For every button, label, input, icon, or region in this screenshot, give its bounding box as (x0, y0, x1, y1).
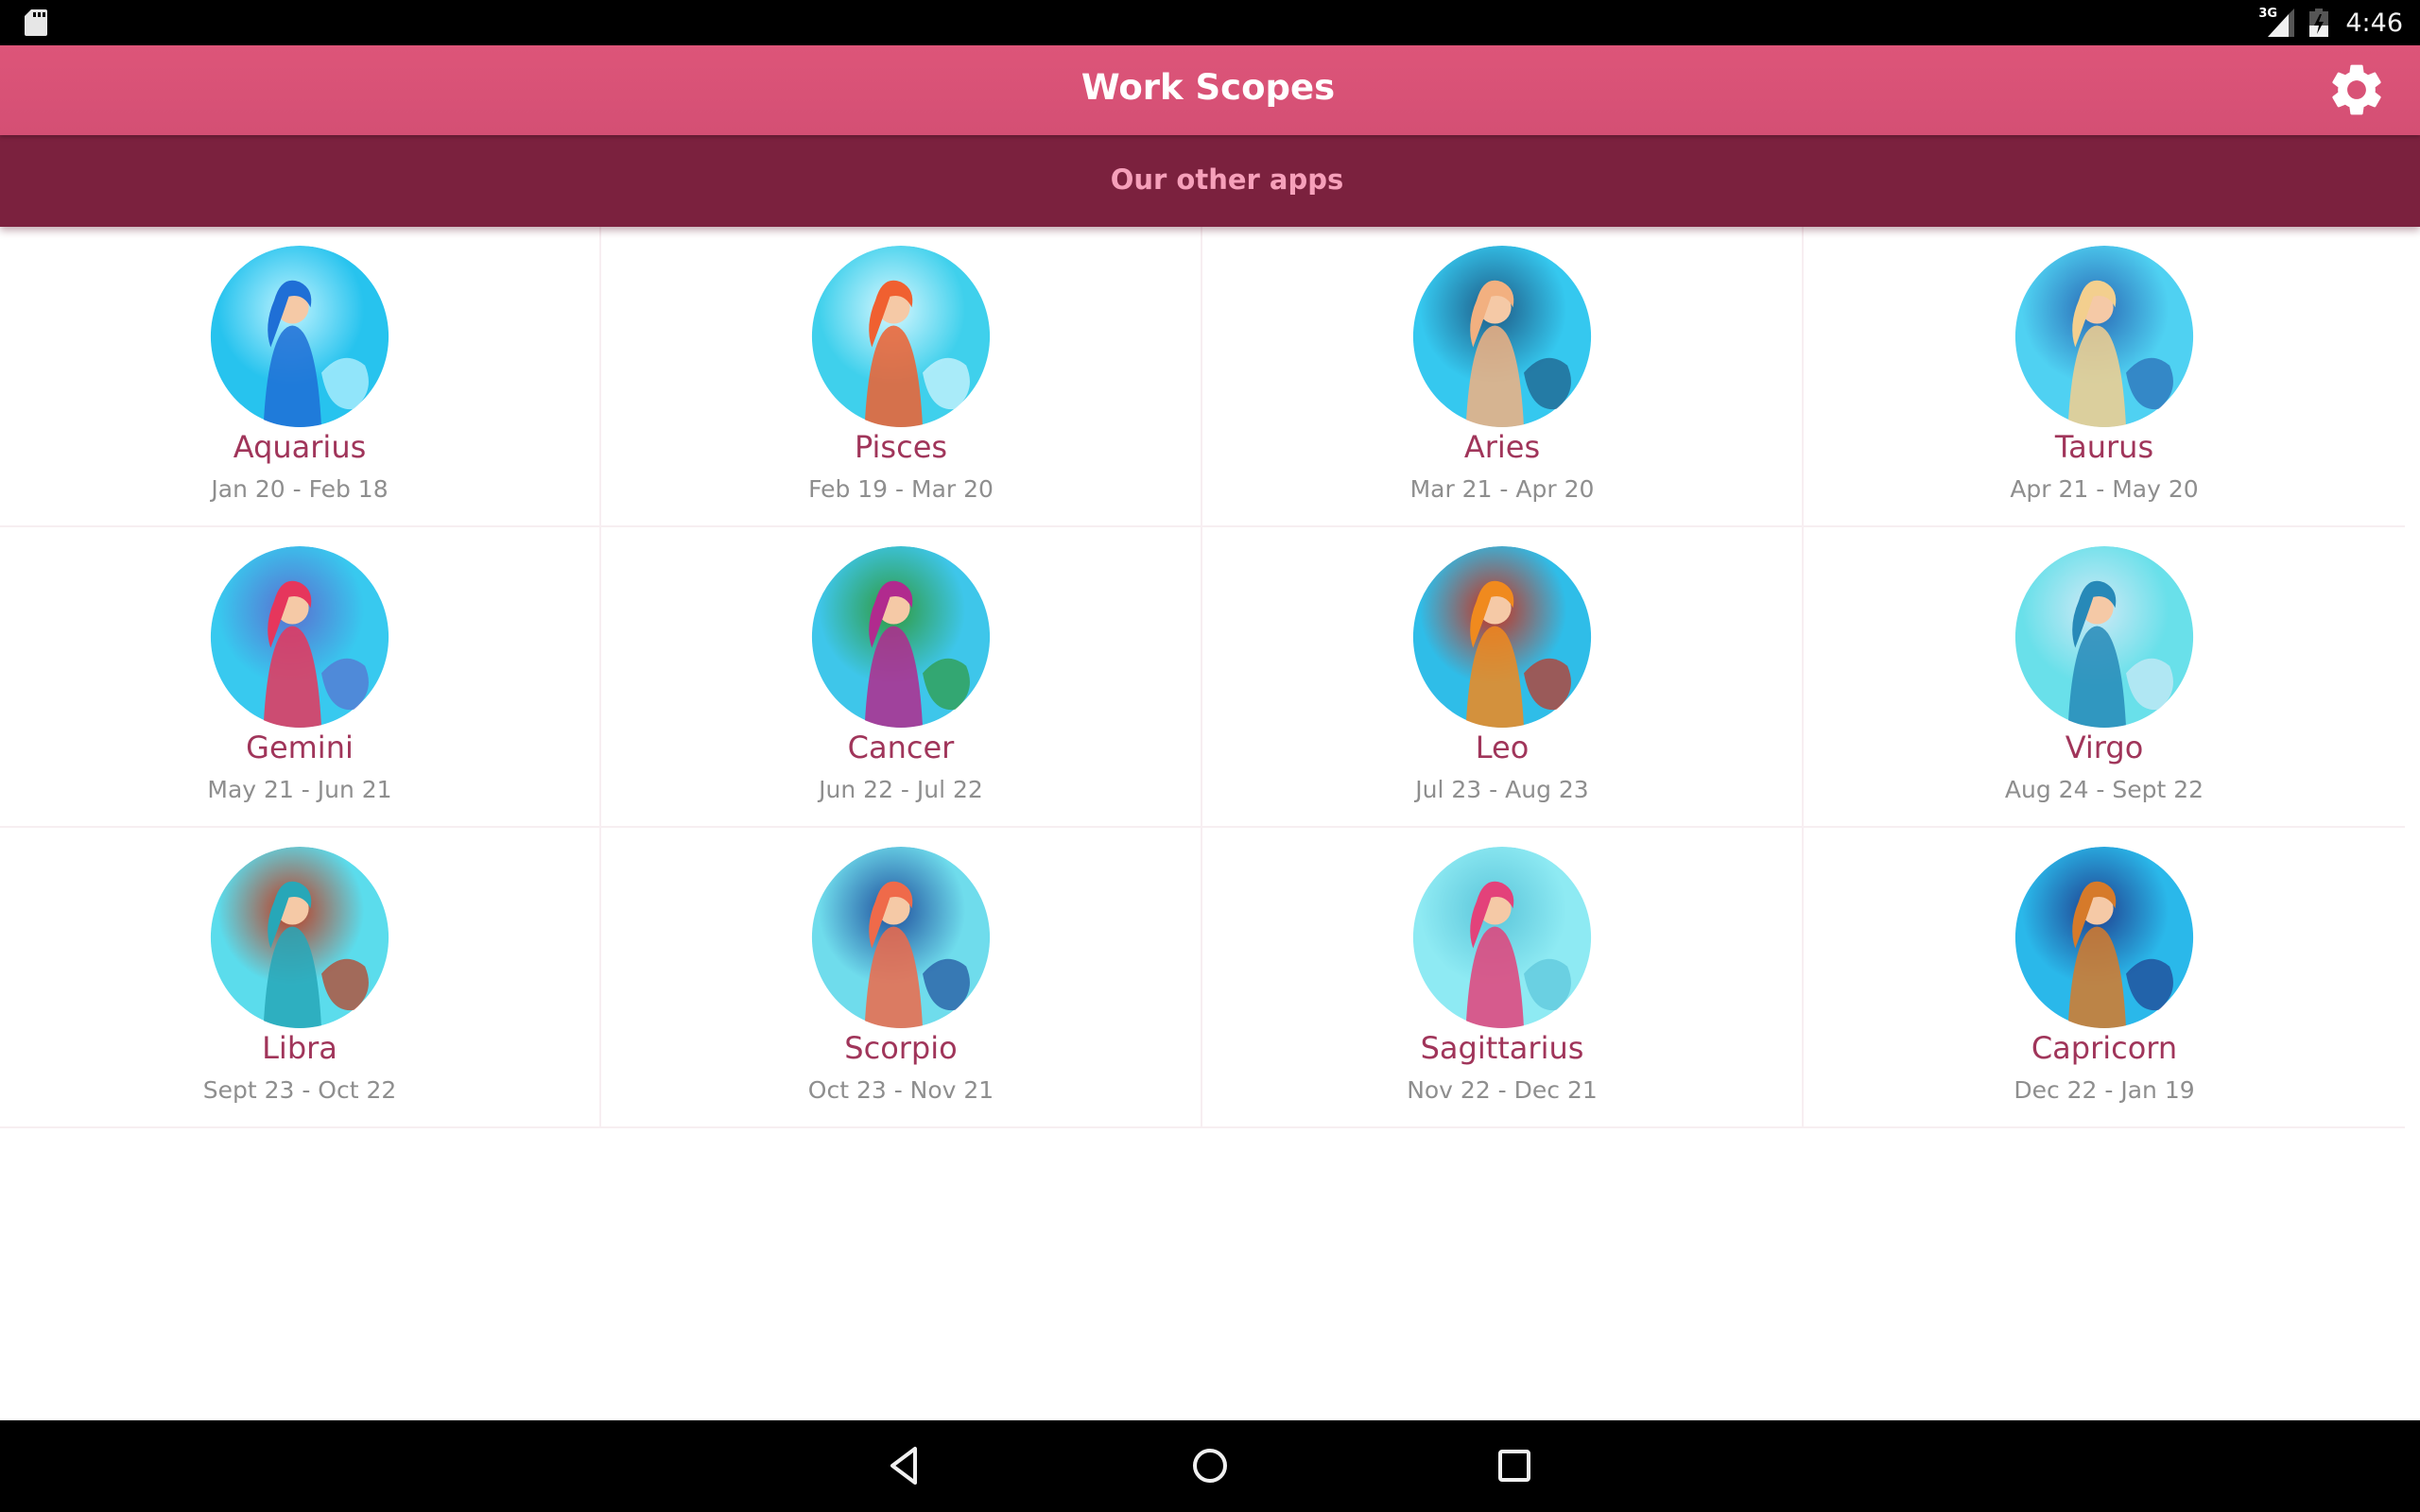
sign-name: Aquarius (233, 429, 367, 465)
other-apps-label: Our other apps (1110, 163, 1344, 196)
sign-name: Gemini (246, 730, 354, 765)
sign-name: Cancer (847, 730, 955, 765)
scorpio-illustration (810, 847, 992, 1028)
status-icons: 3G 4:46 (2258, 0, 2403, 45)
battery-charging-icon (2309, 9, 2329, 37)
sign-name: Sagittarius (1420, 1030, 1584, 1066)
zodiac-cell-scorpio[interactable]: Scorpio Oct 23 - Nov 21 (601, 828, 1202, 1128)
sign-dates: Dec 22 - Jan 19 (2014, 1076, 2195, 1104)
sd-card-icon (25, 9, 47, 36)
gear-icon[interactable] (2325, 59, 2388, 121)
sign-dates: Sept 23 - Oct 22 (202, 1076, 397, 1104)
zodiac-cell-leo[interactable]: Leo Jul 23 - Aug 23 (1202, 527, 1804, 828)
zodiac-cell-virgo[interactable]: Virgo Aug 24 - Sept 22 (1804, 527, 2405, 828)
status-bar: 3G 4:46 (0, 0, 2420, 45)
recents-icon[interactable] (1488, 1439, 1541, 1492)
sign-name: Pisces (854, 429, 948, 465)
zodiac-cell-cancer[interactable]: Cancer Jun 22 - Jul 22 (601, 527, 1202, 828)
zodiac-cell-capricorn[interactable]: Capricorn Dec 22 - Jan 19 (1804, 828, 2405, 1128)
other-apps-button[interactable]: Our other apps (0, 135, 2420, 227)
clock: 4:46 (2345, 8, 2403, 38)
app-toolbar: Work Scopes (0, 45, 2420, 135)
pisces-illustration (810, 246, 992, 427)
sign-name: Aries (1463, 429, 1541, 465)
zodiac-cell-aries[interactable]: Aries Mar 21 - Apr 20 (1202, 227, 1804, 527)
back-icon[interactable] (879, 1439, 932, 1492)
sign-dates: Jun 22 - Jul 22 (819, 776, 983, 803)
aries-illustration (1411, 246, 1593, 427)
sign-name: Libra (262, 1030, 337, 1066)
virgo-illustration (2014, 546, 2195, 728)
leo-illustration (1411, 546, 1593, 728)
sign-name: Taurus (2054, 429, 2154, 465)
sign-dates: Oct 23 - Nov 21 (807, 1076, 994, 1104)
zodiac-cell-pisces[interactable]: Pisces Feb 19 - Mar 20 (601, 227, 1202, 527)
page-title: Work Scopes (1080, 67, 1336, 108)
sign-dates: Nov 22 - Dec 21 (1407, 1076, 1598, 1104)
cancer-illustration (810, 546, 992, 728)
zodiac-grid: Aquarius Jan 20 - Feb 18 Pisces Feb 19 - Ma… (0, 227, 2405, 1128)
gemini-illustration (209, 546, 390, 728)
zodiac-cell-sagittarius[interactable]: Sagittarius Nov 22 - Dec 21 (1202, 828, 1804, 1128)
sign-dates: Mar 21 - Apr 20 (1409, 475, 1595, 503)
libra-illustration (209, 847, 390, 1028)
home-icon[interactable] (1184, 1439, 1236, 1492)
sign-dates: Aug 24 - Sept 22 (2004, 776, 2204, 803)
taurus-illustration (2014, 246, 2195, 427)
zodiac-cell-gemini[interactable]: Gemini May 21 - Jun 21 (0, 527, 601, 828)
sagittarius-illustration (1411, 847, 1593, 1028)
aquarius-illustration (209, 246, 390, 427)
zodiac-cell-libra[interactable]: Libra Sept 23 - Oct 22 (0, 828, 601, 1128)
zodiac-cell-taurus[interactable]: Taurus Apr 21 - May 20 (1804, 227, 2405, 527)
capricorn-illustration (2014, 847, 2195, 1028)
signal-icon: 3G (2258, 7, 2296, 39)
sign-dates: Jan 20 - Feb 18 (211, 475, 389, 503)
sign-dates: Apr 21 - May 20 (2010, 475, 2199, 503)
navigation-bar (0, 1420, 2420, 1512)
sign-name: Virgo (2065, 730, 2144, 765)
sign-name: Leo (1475, 730, 1530, 765)
sign-name: Capricorn (2031, 1030, 2178, 1066)
sign-dates: Jul 23 - Aug 23 (1415, 776, 1589, 803)
sign-dates: May 21 - Jun 21 (207, 776, 392, 803)
sign-dates: Feb 19 - Mar 20 (808, 475, 994, 503)
sign-name: Scorpio (844, 1030, 958, 1066)
zodiac-cell-aquarius[interactable]: Aquarius Jan 20 - Feb 18 (0, 227, 601, 527)
